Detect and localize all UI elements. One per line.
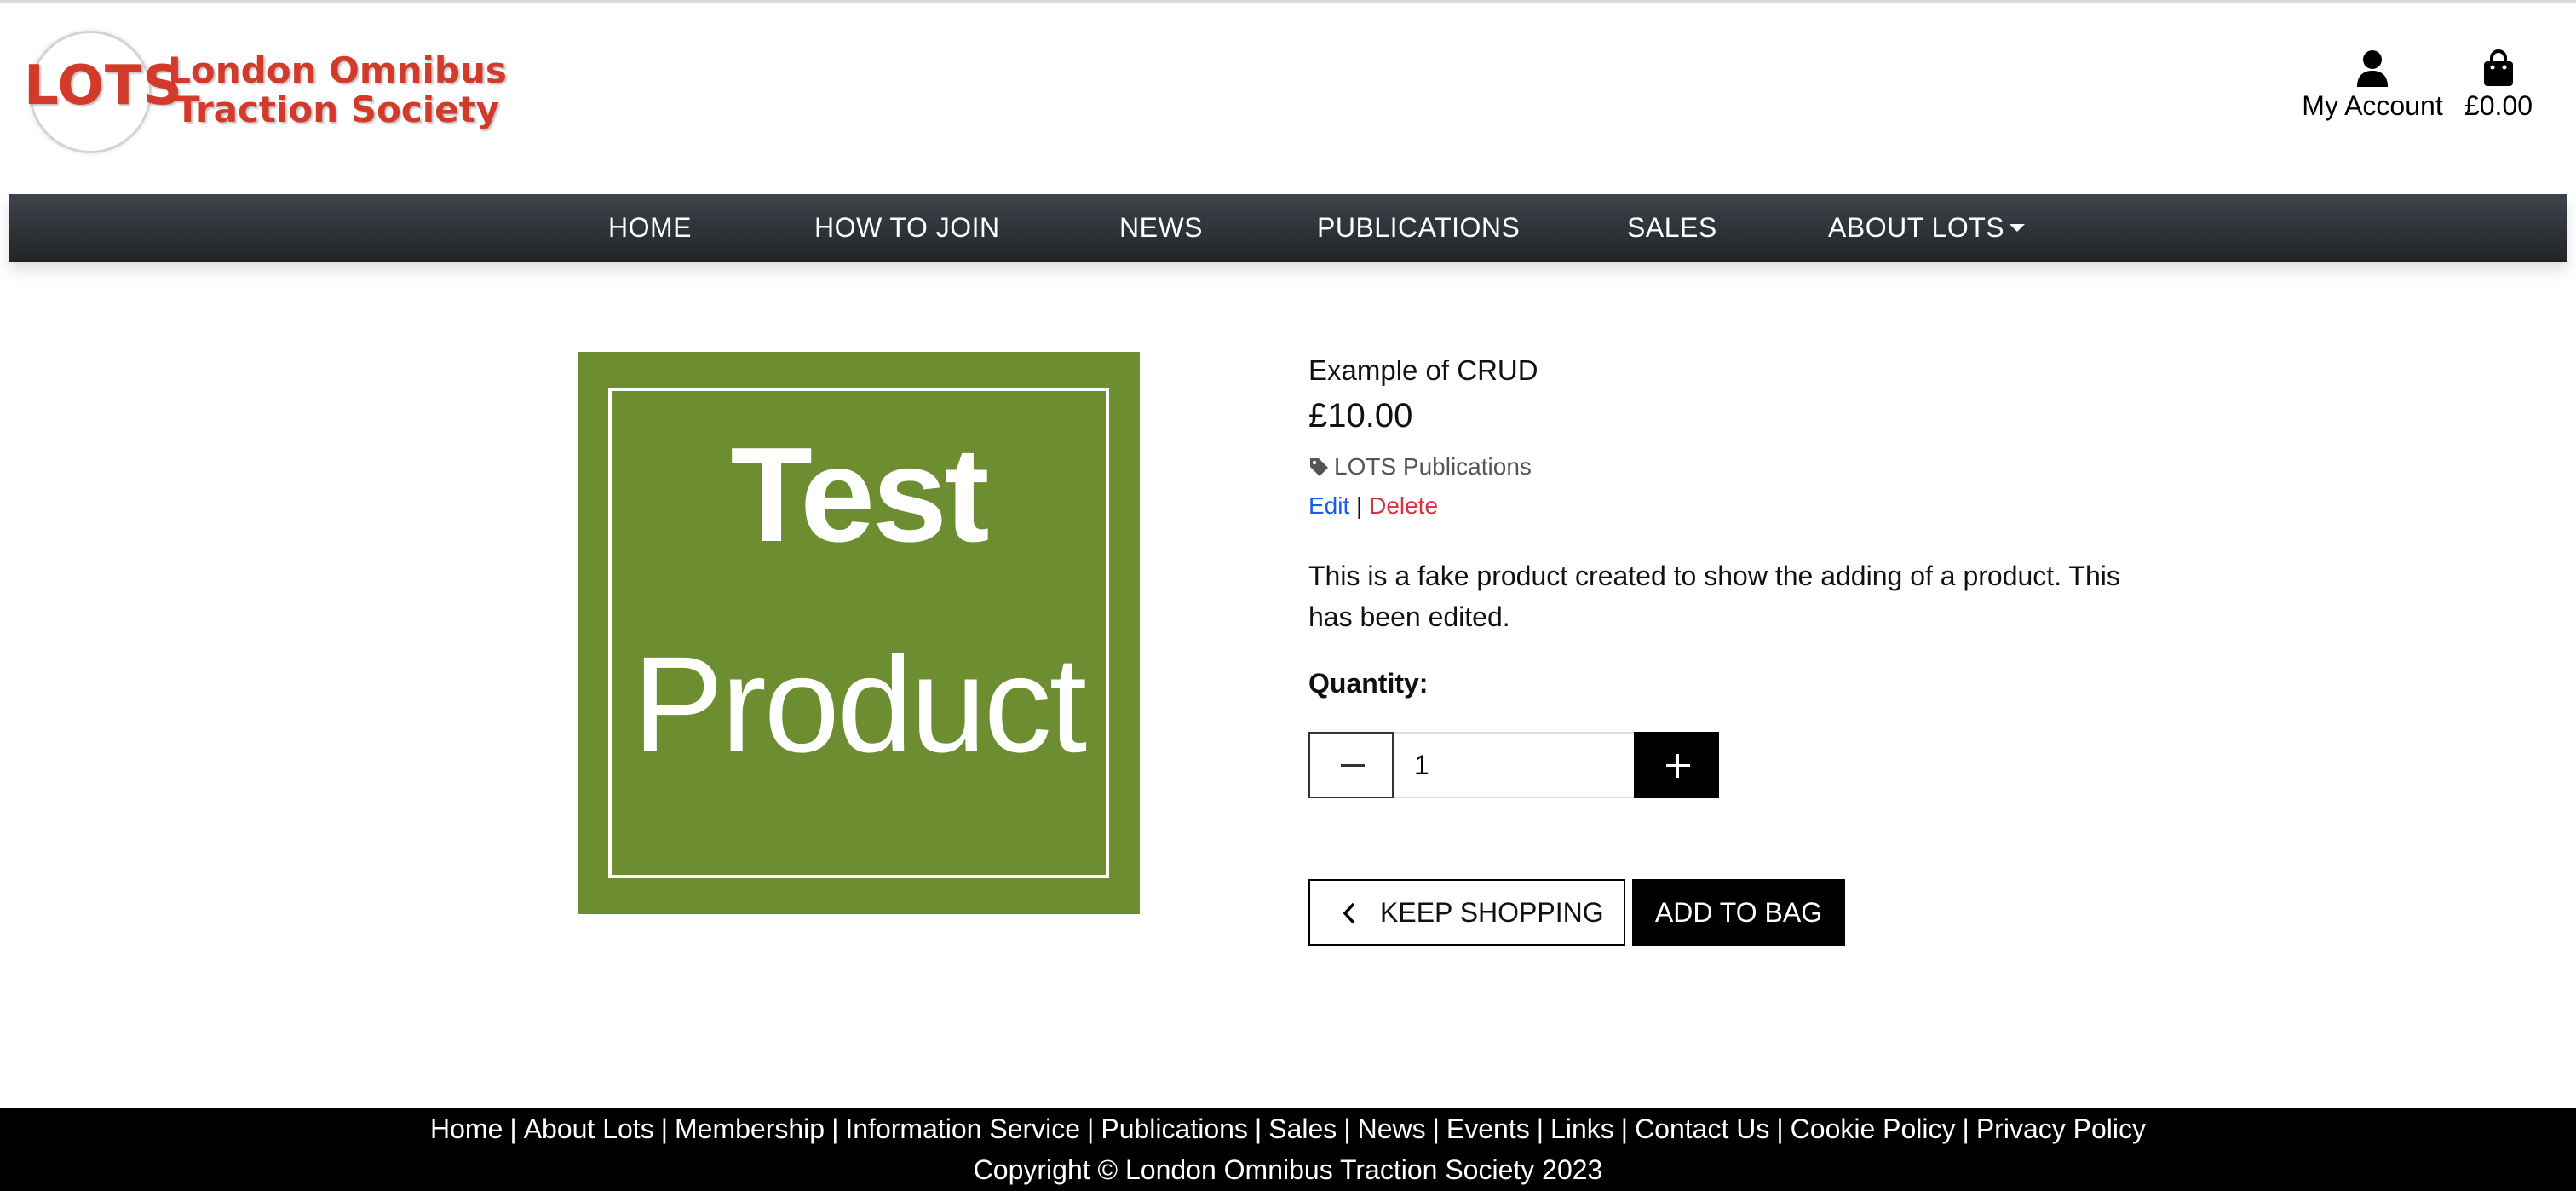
footer-separator: | bbox=[509, 1113, 517, 1144]
top-border bbox=[0, 0, 2576, 3]
delete-link[interactable]: Delete bbox=[1369, 492, 1438, 519]
main-navigation: HOME HOW TO JOIN NEWS PUBLICATIONS SALES… bbox=[9, 194, 2567, 262]
footer-separator: | bbox=[1536, 1113, 1544, 1144]
nav-item-about-lots[interactable]: ABOUT LOTS bbox=[1828, 194, 2026, 261]
image-text-product: Product bbox=[632, 628, 1087, 780]
image-text-test: Test bbox=[730, 420, 989, 570]
footer-links: Home | About Lots | Membership | Information S… bbox=[0, 1113, 2576, 1145]
quantity-input[interactable] bbox=[1394, 732, 1634, 798]
footer-link-contact-us[interactable]: Contact Us bbox=[1635, 1113, 1769, 1144]
footer-link-links[interactable]: Links bbox=[1550, 1113, 1614, 1144]
caret-down-icon bbox=[2010, 224, 2026, 233]
chevron-left-icon bbox=[1343, 902, 1355, 924]
footer-link-cookie-policy[interactable]: Cookie Policy bbox=[1791, 1113, 1956, 1144]
footer-link-information-service[interactable]: Information Service bbox=[845, 1113, 1080, 1144]
minus-icon bbox=[1341, 764, 1365, 767]
product-image: Test Product bbox=[578, 352, 1140, 914]
nav-item-home[interactable]: HOME bbox=[608, 194, 692, 261]
shopping-bag-link[interactable]: £0.00 bbox=[2460, 49, 2537, 122]
footer-separator: | bbox=[1087, 1113, 1095, 1144]
product-title: Example of CRUD bbox=[1308, 354, 1538, 386]
nav-item-sales[interactable]: SALES bbox=[1627, 194, 1717, 261]
my-account-link[interactable]: My Account bbox=[2300, 49, 2445, 122]
site-footer: Home | About Lots | Membership | Information S… bbox=[0, 1108, 2576, 1191]
footer-separator: | bbox=[1432, 1113, 1440, 1144]
shopping-bag-icon bbox=[2460, 49, 2537, 87]
footer-separator: | bbox=[1343, 1113, 1351, 1144]
footer-separator: | bbox=[1776, 1113, 1784, 1144]
footer-link-sales[interactable]: Sales bbox=[1268, 1113, 1337, 1144]
add-to-bag-button[interactable]: ADD TO BAG bbox=[1632, 879, 1845, 946]
admin-links: Edit | Delete bbox=[1308, 492, 1438, 520]
product-category[interactable]: LOTS Publications bbox=[1308, 453, 1532, 480]
product-price: £10.00 bbox=[1308, 397, 1413, 434]
footer-link-membership[interactable]: Membership bbox=[675, 1113, 825, 1144]
copyright-text: Copyright © London Omnibus Traction Soci… bbox=[973, 1154, 1603, 1185]
product-category-label: LOTS Publications bbox=[1334, 453, 1532, 480]
logo-society-name: London Omnibus Traction Society bbox=[167, 51, 508, 129]
quantity-label: Quantity: bbox=[1308, 668, 1429, 699]
keep-shopping-label: KEEP SHOPPING bbox=[1380, 897, 1604, 928]
edit-link[interactable]: Edit bbox=[1308, 492, 1349, 519]
logo-name-line2: Traction Society bbox=[175, 89, 500, 130]
product-description: This is a fake product created to show t… bbox=[1308, 561, 2120, 632]
logo-abbreviation: LOTS bbox=[24, 55, 183, 118]
bag-total: £0.00 bbox=[2464, 90, 2533, 121]
nav-item-news[interactable]: NEWS bbox=[1119, 194, 1203, 261]
logo-name-line1: London Omnibus bbox=[168, 49, 507, 91]
footer-link-events[interactable]: Events bbox=[1446, 1113, 1530, 1144]
footer-link-news[interactable]: News bbox=[1358, 1113, 1426, 1144]
decrement-quantity-button[interactable] bbox=[1308, 732, 1394, 798]
site-logo[interactable]: LOTS London Omnibus Traction Society bbox=[24, 31, 507, 158]
footer-link-about-lots[interactable]: About Lots bbox=[524, 1113, 654, 1144]
tag-icon bbox=[1308, 453, 1334, 480]
footer-separator: | bbox=[831, 1113, 839, 1144]
footer-separator: | bbox=[1962, 1113, 1969, 1144]
nav-item-how-to-join[interactable]: HOW TO JOIN bbox=[814, 194, 1000, 261]
keep-shopping-button[interactable]: KEEP SHOPPING bbox=[1308, 879, 1625, 946]
nav-item-publications[interactable]: PUBLICATIONS bbox=[1317, 194, 1520, 261]
footer-separator: | bbox=[1254, 1113, 1262, 1144]
increment-quantity-button[interactable] bbox=[1634, 732, 1719, 798]
nav-item-about-lots-label: ABOUT LOTS bbox=[1828, 212, 2005, 243]
my-account-label: My Account bbox=[2302, 90, 2443, 121]
footer-separator: | bbox=[660, 1113, 668, 1144]
user-icon bbox=[2300, 49, 2445, 87]
footer-link-publications[interactable]: Publications bbox=[1101, 1113, 1248, 1144]
footer-link-privacy-policy[interactable]: Privacy Policy bbox=[1976, 1113, 2146, 1144]
footer-link-home[interactable]: Home bbox=[430, 1113, 503, 1144]
footer-separator: | bbox=[1620, 1113, 1629, 1144]
link-separator: | bbox=[1356, 492, 1363, 519]
